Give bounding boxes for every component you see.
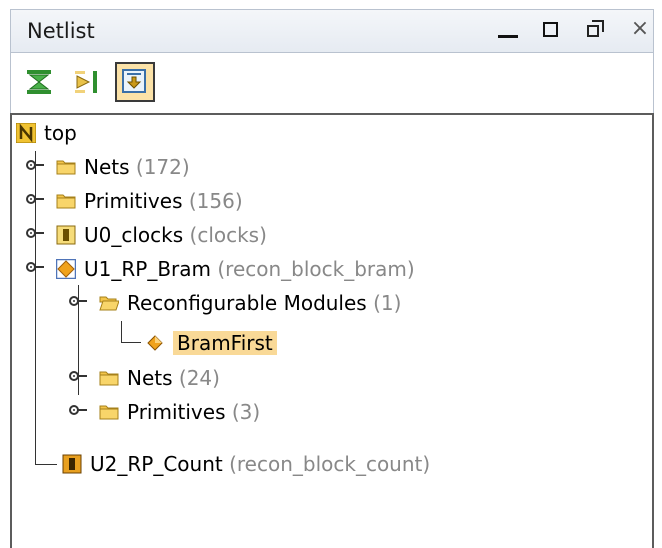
tree-node-u2-rp-count[interactable]: U2_RP_Count (recon_block_count) <box>62 447 430 481</box>
netlist-toolbar <box>10 53 654 113</box>
folder-icon <box>99 371 119 385</box>
collapse-all-icon <box>27 70 51 94</box>
folder-icon <box>99 405 119 419</box>
tree-node-bramfirst[interactable]: BramFirst <box>145 326 277 360</box>
netlist-panel: Netlist × top Nets (172) Primitives (156… <box>0 0 662 548</box>
reconfig-partition-icon <box>56 258 76 279</box>
tree-node-primitives[interactable]: Primitives (156) <box>56 184 243 218</box>
tree-root-top[interactable]: top <box>16 116 77 150</box>
expand-toggle-nets[interactable] <box>24 150 46 184</box>
panel-title: Netlist <box>27 19 95 43</box>
netlist-n-icon <box>16 122 36 143</box>
restore-icon[interactable] <box>584 18 610 44</box>
expand-toggle-u1-rp-bram[interactable] <box>24 252 46 286</box>
reconfig-module-icon <box>147 334 163 351</box>
folder-icon <box>56 194 76 208</box>
tree-node-u0-clocks[interactable]: U0_clocks (clocks) <box>56 218 267 252</box>
collapse-all-button[interactable] <box>19 62 59 102</box>
tree-root-label: top <box>44 121 77 145</box>
module-icon <box>62 454 82 473</box>
folder-open-icon <box>99 296 119 310</box>
selected-node-label: BramFirst <box>173 331 277 355</box>
expand-toggle-nets-24[interactable] <box>67 361 89 395</box>
tree-node-nets[interactable]: Nets (172) <box>56 150 190 184</box>
tree-node-u1-rp-bram[interactable]: U1_RP_Bram (recon_block_bram) <box>56 252 415 286</box>
auto-scroll-icon <box>122 69 146 93</box>
panel-titlebar: Netlist × <box>10 9 654 53</box>
expand-toggle-primitives-3[interactable] <box>67 395 89 429</box>
expand-all-icon <box>75 71 97 93</box>
tree-node-nets-24[interactable]: Nets (24) <box>99 361 220 395</box>
tree-node-primitives-3[interactable]: Primitives (3) <box>99 395 260 429</box>
minimize-icon[interactable] <box>495 18 521 44</box>
maximize-icon[interactable] <box>539 18 565 44</box>
expand-all-button[interactable] <box>67 62 107 102</box>
tree-guide-rm-last <box>121 342 141 343</box>
expand-toggle-primitives[interactable] <box>24 184 46 218</box>
tree-guide-root-last <box>35 464 57 465</box>
auto-scroll-button[interactable] <box>115 62 155 102</box>
tree-guide-rm <box>121 321 122 342</box>
tree-node-reconfigurable-modules[interactable]: Reconfigurable Modules (1) <box>99 286 401 320</box>
folder-icon <box>56 160 76 174</box>
expand-toggle-u0-clocks[interactable] <box>24 218 46 252</box>
expand-toggle-reconfigurable-modules[interactable] <box>67 286 89 320</box>
module-icon <box>56 225 76 244</box>
netlist-tree: top Nets (172) Primitives (156) U0_clock… <box>10 113 654 548</box>
close-icon[interactable]: × <box>627 18 653 44</box>
